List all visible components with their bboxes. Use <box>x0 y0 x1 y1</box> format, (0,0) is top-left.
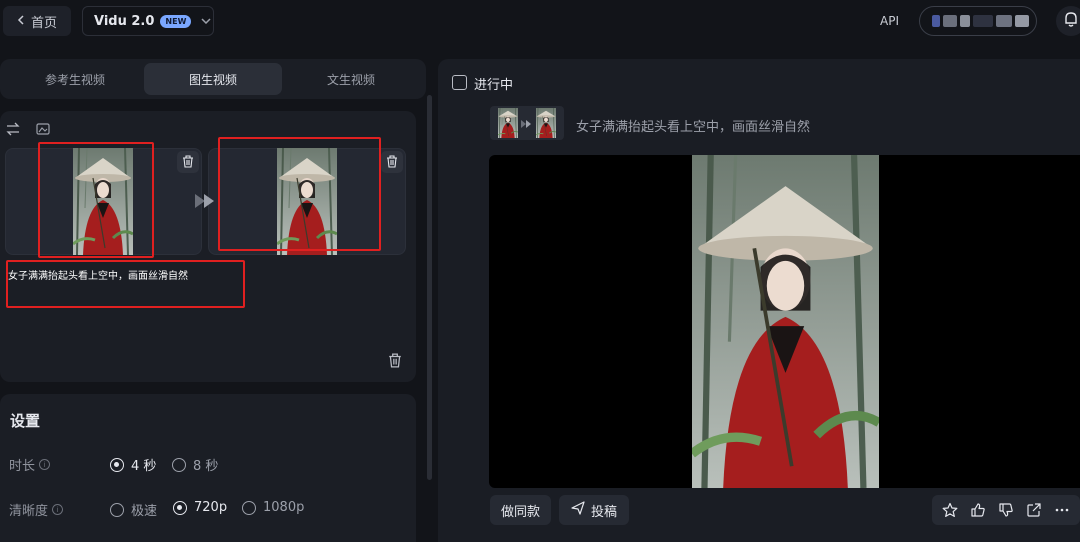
duration-label-text: 时长 <box>9 459 36 474</box>
submit-label: 投稿 <box>590 504 617 520</box>
tab-text-to-video[interactable]: 文生视频 <box>282 63 420 95</box>
result-prompt-text: 女子满满抬起头看上空中，画面丝滑自然 <box>576 120 811 135</box>
tab-reference-video[interactable]: 参考生视频 <box>6 63 144 95</box>
duration-option-label: 4 秒 <box>131 459 157 474</box>
notification-bell-button[interactable] <box>1056 6 1080 36</box>
clear-prompt-trash-icon[interactable] <box>388 353 402 372</box>
resolution-label: 清晰度 i <box>9 500 64 519</box>
new-badge: NEW <box>160 14 192 28</box>
duration-option-label: 8 秒 <box>193 459 219 474</box>
delete-end-frame-button[interactable] <box>381 151 403 173</box>
back-home-button[interactable]: 首页 <box>3 6 71 36</box>
avatar <box>932 15 940 27</box>
thumbs-down-icon[interactable] <box>998 502 1014 518</box>
blurred-name-block <box>943 15 957 27</box>
select-task-checkbox[interactable] <box>452 75 467 90</box>
blurred-name-block <box>1015 15 1029 27</box>
more-options-icon[interactable] <box>1054 502 1070 518</box>
duration-option-4s[interactable]: 4 秒 <box>110 455 156 474</box>
mini-start-frame <box>498 108 518 138</box>
submit-post-button[interactable]: 投稿 <box>559 495 629 525</box>
thumbs-up-icon[interactable] <box>970 502 986 518</box>
info-icon[interactable]: i <box>52 504 64 515</box>
resolution-option-label: 720p <box>194 500 228 515</box>
blurred-name-block <box>960 15 970 27</box>
chevron-down-icon <box>201 16 211 27</box>
resolution-option-fast[interactable]: 极速 <box>110 500 157 519</box>
swap-icon[interactable] <box>6 121 20 140</box>
star-icon[interactable] <box>942 502 958 518</box>
generated-video-frame <box>692 155 879 488</box>
duration-option-8s[interactable]: 8 秒 <box>172 455 218 474</box>
api-link[interactable]: API <box>880 14 899 28</box>
resolution-label-text: 清晰度 <box>9 504 49 519</box>
resolution-option-720p[interactable]: 720p <box>173 500 227 515</box>
radio-checked-icon <box>110 457 124 472</box>
result-actions-group <box>932 495 1080 525</box>
prompt-textarea[interactable]: 女子满满抬起头看上空中，画面丝滑自然 <box>8 267 188 282</box>
model-selector[interactable]: Vidu 2.0 NEW <box>82 6 214 36</box>
mini-end-frame <box>536 108 556 138</box>
info-icon[interactable]: i <box>39 459 51 470</box>
tab-image-to-video[interactable]: 图生视频 <box>144 63 282 95</box>
play-forward-icon <box>193 192 219 214</box>
resolution-option-label: 极速 <box>131 504 158 519</box>
trash-icon <box>386 153 398 172</box>
settings-title: 设置 <box>10 412 41 430</box>
highlight-box-start-frame <box>38 142 154 258</box>
input-frames-preview[interactable] <box>490 106 564 140</box>
blurred-name-block <box>996 15 1012 27</box>
chevron-left-icon <box>17 14 25 29</box>
user-account-pill[interactable] <box>919 6 1037 36</box>
generation-mode-tabs: 参考生视频 图生视频 文生视频 <box>0 59 426 99</box>
send-icon <box>571 501 585 519</box>
home-label: 首页 <box>30 15 57 31</box>
radio-unchecked-icon <box>172 457 186 472</box>
radio-unchecked-icon <box>242 500 256 515</box>
make-same-button[interactable]: 做同款 <box>490 495 551 525</box>
make-same-label: 做同款 <box>500 504 540 520</box>
highlight-box-end-frame <box>218 137 381 251</box>
model-name: Vidu 2.0 <box>94 13 155 29</box>
resolution-option-1080p[interactable]: 1080p <box>242 500 304 515</box>
left-panel-scrollbar[interactable] <box>427 95 432 480</box>
radio-unchecked-icon <box>110 502 124 517</box>
duration-label: 时长 i <box>9 455 51 474</box>
bell-icon <box>1064 11 1078 31</box>
delete-start-frame-button[interactable] <box>177 151 199 173</box>
blurred-name-block <box>973 15 993 27</box>
radio-checked-icon <box>173 500 187 515</box>
resolution-option-label: 1080p <box>263 500 305 515</box>
image-mask-icon[interactable] <box>36 121 50 140</box>
play-forward-icon <box>520 114 534 133</box>
task-status: 进行中 <box>474 78 514 93</box>
share-icon[interactable] <box>1026 502 1042 518</box>
trash-icon <box>182 153 194 172</box>
